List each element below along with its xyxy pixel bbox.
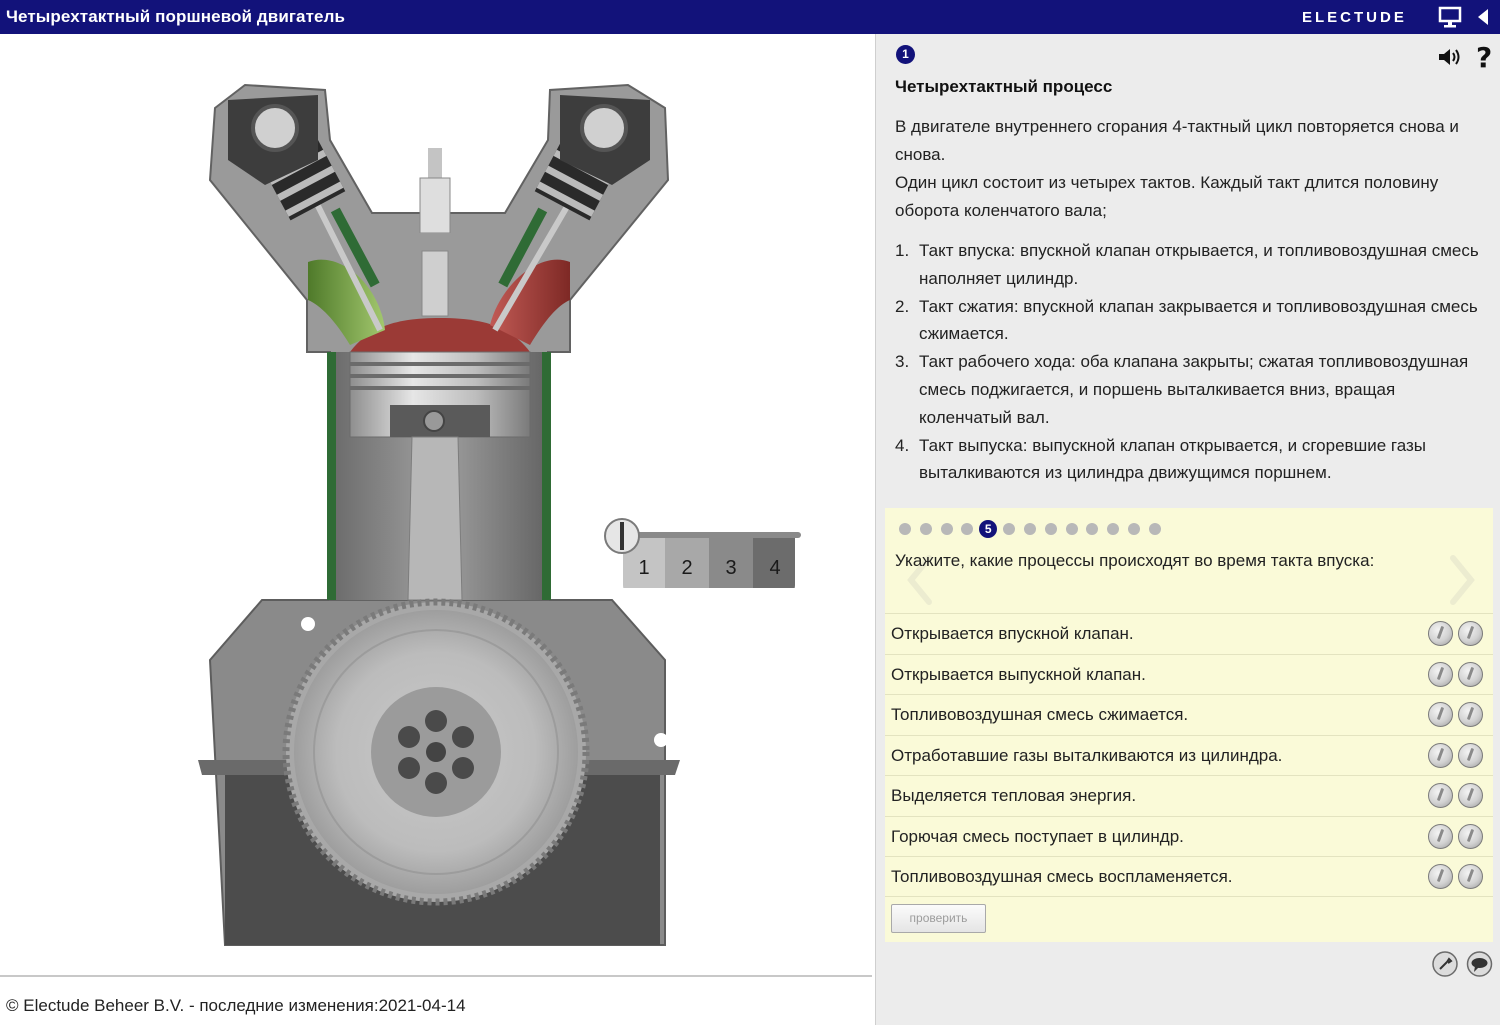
engine-cutaway-illustration xyxy=(198,83,680,946)
chevron-right-icon[interactable] xyxy=(1443,538,1483,608)
title-bar: Четырехтактный поршневой двигатель ELECT… xyxy=(0,0,1500,34)
yes-radio[interactable] xyxy=(1428,783,1453,808)
intro-paragraph-2: Один цикл состоит из четырех тактов. Каж… xyxy=(895,173,1439,220)
no-radio[interactable] xyxy=(1458,621,1483,646)
answer-row: Открывается выпускной клапан. xyxy=(885,653,1493,695)
list-item: 2. Такт сжатия: впускной клапан закрывает… xyxy=(895,296,1478,344)
quiz-card: 5 Укажите, какие процессы происходят во … xyxy=(885,508,1493,942)
answer-row: Отработавшие газы выталкиваются из цилин… xyxy=(885,734,1493,776)
question-icon[interactable]: ? xyxy=(1476,41,1492,74)
page-dot-active[interactable]: 5 xyxy=(979,520,998,538)
stroke-option-1[interactable]: 1 xyxy=(623,552,665,592)
page-dot[interactable] xyxy=(1127,523,1140,535)
page-dot[interactable] xyxy=(919,523,932,535)
page-dot[interactable] xyxy=(1086,523,1099,535)
answer-row: Топливовоздушная смесь воспламеняется. xyxy=(885,856,1493,897)
yes-radio[interactable] xyxy=(1428,621,1453,646)
check-button[interactable]: проверить xyxy=(891,904,986,933)
no-radio[interactable] xyxy=(1458,661,1483,687)
answer-list: Открывается впускной клапан. Открывается… xyxy=(885,613,1493,897)
lesson-panel: 1 ? Четырехтактный процесс В двигателе в… xyxy=(875,34,1500,1025)
no-radio[interactable] xyxy=(1458,823,1483,849)
list-item: 3. Такт рабочего хода: оба клапана закрыт… xyxy=(895,352,1469,427)
brand-logo: ELECTUDE xyxy=(1302,9,1407,26)
chevron-left-icon[interactable] xyxy=(897,538,937,608)
page-dot[interactable] xyxy=(961,523,974,535)
quiz-pagination: 5 xyxy=(899,520,1170,538)
page-dot[interactable] xyxy=(1003,523,1016,535)
yes-radio[interactable] xyxy=(1428,823,1453,849)
question-text: Укажите, какие процессы происходят во вр… xyxy=(895,551,1375,570)
page-dot[interactable] xyxy=(1107,523,1120,535)
page-dot[interactable] xyxy=(1065,523,1078,535)
yes-radio[interactable] xyxy=(1428,864,1453,889)
stroke-option-2[interactable]: 2 xyxy=(665,552,709,592)
list-item: 4. Такт выпуска: выпускной клапан открыва… xyxy=(895,435,1426,483)
stroke-list: 1. Такт впуска: впускной клапан открывает… xyxy=(895,237,1485,487)
wrench-icon[interactable] xyxy=(1432,951,1458,977)
answer-row: Открывается впускной клапан. xyxy=(885,613,1493,654)
footer-divider xyxy=(0,975,872,977)
step-number-badge: 1 xyxy=(896,45,915,64)
page-dot[interactable] xyxy=(899,523,911,535)
no-radio[interactable] xyxy=(1458,742,1483,768)
window-title: Четырехтактный поршневой двигатель xyxy=(6,7,346,26)
yes-radio[interactable] xyxy=(1428,661,1453,687)
triangle-left-icon[interactable] xyxy=(1476,7,1490,27)
yes-radio[interactable] xyxy=(1428,742,1453,768)
page-dot[interactable] xyxy=(1044,523,1057,535)
answer-row: Горючая смесь поступает в цилиндр. xyxy=(885,815,1493,857)
stroke-option-3[interactable]: 3 xyxy=(709,552,753,592)
answer-row: Выделяется тепловая энергия. xyxy=(885,775,1493,816)
list-item: 1. Такт впуска: впускной клапан открывает… xyxy=(895,241,1479,288)
no-radio[interactable] xyxy=(1458,783,1483,808)
monitor-icon[interactable] xyxy=(1438,6,1462,28)
no-radio[interactable] xyxy=(1458,864,1483,889)
stroke-option-4[interactable]: 4 xyxy=(753,552,797,592)
speaker-icon[interactable] xyxy=(1437,46,1463,68)
intro-paragraph-1: В двигателе внутреннего сгорания 4-тактн… xyxy=(895,117,1459,164)
yes-radio[interactable] xyxy=(1428,702,1453,727)
page-dot[interactable] xyxy=(1148,523,1161,535)
intro-text: В двигателе внутреннего сгорания 4-тактн… xyxy=(895,113,1485,225)
no-radio[interactable] xyxy=(1458,702,1483,727)
section-heading: Четырехтактный процесс xyxy=(895,77,1113,96)
page-dot[interactable] xyxy=(940,523,953,535)
answer-row: Топливовоздушная смесь сжимается. xyxy=(885,694,1493,735)
engine-view: 1 2 3 4 xyxy=(0,34,875,1025)
page-dot[interactable] xyxy=(1023,523,1036,535)
copyright-footer: © Electude Beheer B.V. - последние измен… xyxy=(6,996,466,1015)
speech-bubble-icon[interactable] xyxy=(1466,951,1493,977)
